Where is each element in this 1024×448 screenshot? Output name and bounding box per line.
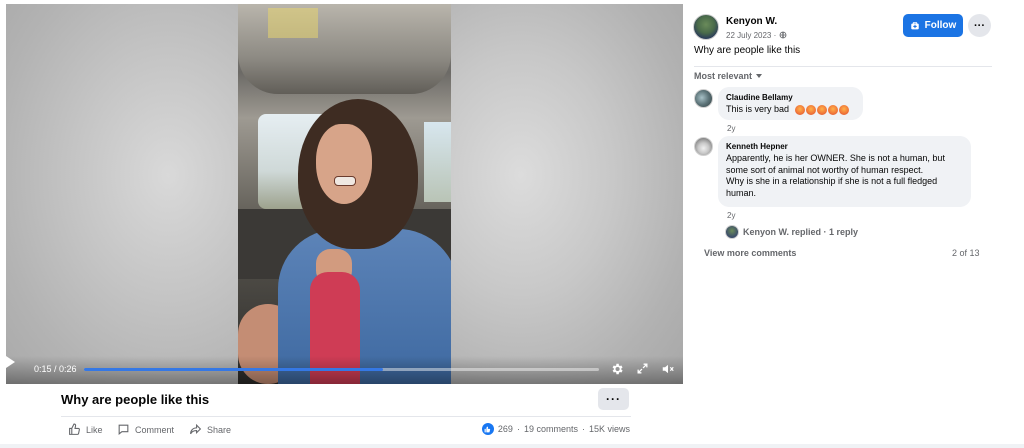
author-avatar[interactable] [693, 14, 719, 40]
follow-label: Follow [924, 20, 957, 31]
comment-count[interactable]: 19 comments [524, 424, 578, 434]
like-reaction-icon [481, 423, 494, 435]
comment-line: some sort of animal not worthy of human … [726, 164, 924, 175]
video-scene-window-right [424, 122, 451, 202]
comment-label: Comment [135, 424, 175, 435]
comment-line: human. [726, 187, 757, 198]
post-more-options-button[interactable]: ··· [968, 14, 991, 37]
video-progress-bar[interactable] [84, 368, 599, 371]
share-button[interactable]: Share [189, 423, 231, 436]
comment-age[interactable]: 2y [727, 124, 735, 133]
video-scene-visor [268, 8, 318, 38]
settings-gear-icon[interactable] [610, 362, 624, 379]
globe-icon [779, 31, 786, 39]
angry-emoji-icon [827, 104, 838, 115]
video-frame[interactable] [238, 4, 451, 384]
volume-muted-icon[interactable] [661, 362, 675, 379]
comment-button[interactable]: Comment [117, 423, 174, 436]
video-blur-background-left [6, 4, 238, 384]
engagement-stats: 269 · 19 comments · 15K views [481, 423, 630, 435]
page: 0:15 / 0:26 Why are people like this ···… [0, 0, 1024, 448]
fullscreen-expand-icon[interactable] [636, 362, 649, 378]
replier-avatar [725, 225, 739, 239]
view-count: 15K views [588, 424, 630, 434]
video-blur-background-right [451, 4, 683, 384]
like-button[interactable]: Like [68, 423, 103, 436]
commenter-name[interactable]: Claudine Bellamy [726, 93, 855, 102]
video-controls: 0:15 / 0:26 [6, 356, 683, 384]
sort-label: Most relevant [694, 71, 753, 81]
angry-emoji-row [794, 104, 849, 115]
comment-bubble-icon [118, 424, 129, 435]
share-label: Share [207, 424, 232, 435]
reply-summary-text: Kenyon W. replied · 1 reply [743, 227, 859, 237]
comment-age[interactable]: 2y [727, 211, 735, 220]
angry-emoji-icon [816, 104, 827, 115]
sidebar-divider [694, 66, 992, 67]
comment-bubble: Kenneth Hepner Apparently, he is her OWN… [718, 136, 971, 207]
stats-separator: · [516, 424, 520, 434]
video-scene-mouth [334, 176, 356, 186]
comment-text-content: This is very bad [726, 104, 790, 114]
video-title: Why are people like this [61, 392, 210, 407]
action-divider [61, 416, 631, 417]
video-more-options-button[interactable]: ··· [598, 388, 629, 410]
commenter-name[interactable]: Kenneth Hepner [726, 142, 963, 151]
comment-bubble: Claudine Bellamy This is very bad [718, 87, 863, 120]
comment-pagination-count: 2 of 13 [952, 248, 980, 258]
page-bottom-edge [0, 444, 1024, 448]
reaction-count[interactable]: 269 [498, 424, 513, 434]
video-time: 0:15 / 0:26 [34, 364, 77, 374]
video-scene-face [316, 124, 372, 204]
view-more-comments-link[interactable]: View more comments [704, 248, 796, 258]
play-icon[interactable] [6, 356, 15, 368]
author-name[interactable]: Kenyon W. [726, 16, 777, 27]
angry-emoji-icon [805, 104, 816, 115]
video-progress-fill [84, 368, 383, 371]
comment-text: This is very bad [726, 104, 855, 116]
post-date[interactable]: 22 July 2023 · [726, 31, 787, 40]
like-label: Like [86, 424, 103, 435]
commenter-avatar[interactable] [694, 89, 713, 108]
video-player[interactable] [6, 4, 683, 384]
post-sidebar [683, 0, 1024, 448]
angry-emoji-icon [838, 104, 849, 115]
commenter-avatar[interactable] [694, 137, 713, 156]
post-date-text: 22 July 2023 · [726, 31, 777, 40]
comment-line: Apparently, he is her OWNER. She is not … [726, 153, 945, 163]
chevron-down-icon [756, 74, 763, 78]
thumbs-up-icon [69, 423, 80, 435]
post-caption: Why are people like this [694, 45, 801, 56]
angry-emoji-icon [794, 104, 805, 115]
follow-button[interactable]: Follow [903, 14, 963, 37]
comment-line: Why is she in a relationship if she is n… [726, 176, 938, 186]
comment-sort-dropdown[interactable]: Most relevant [694, 71, 763, 81]
stats-separator: · [581, 424, 585, 434]
comment-text: Apparently, he is her OWNER. She is not … [726, 153, 963, 199]
share-arrow-icon [190, 423, 202, 435]
reply-summary[interactable]: Kenyon W. replied · 1 reply [725, 225, 858, 239]
follow-plus-icon [910, 21, 919, 29]
